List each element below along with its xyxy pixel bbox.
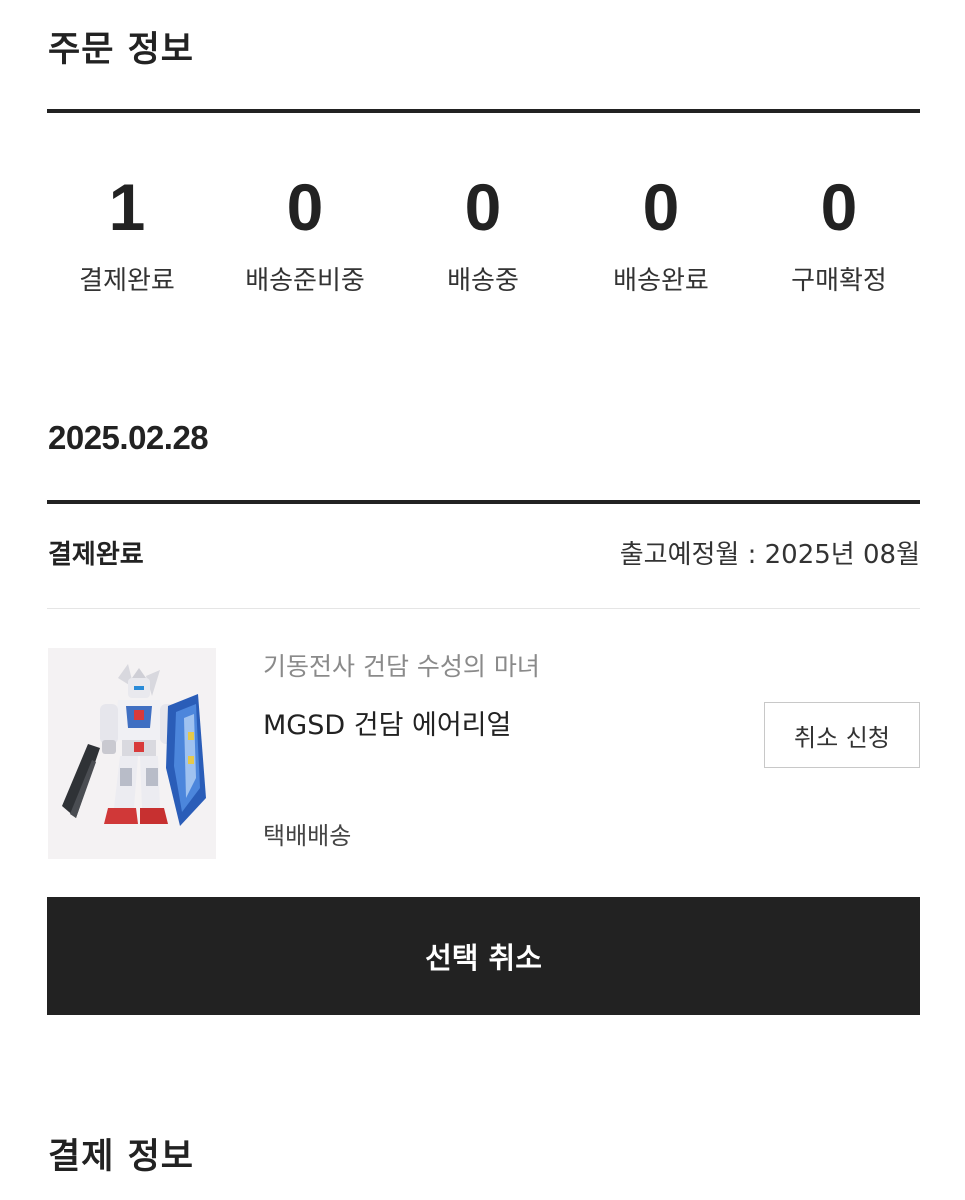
release-month-info: 출고예정월 : 2025년 08월 [619, 540, 920, 570]
status-shipping[interactable]: 0 배송중 [394, 168, 572, 298]
delivery-method: 택배배송 [263, 822, 352, 850]
status-count: 0 [464, 170, 502, 244]
product-series: 기동전사 건담 수성의 마녀 [263, 652, 540, 681]
status-confirmed[interactable]: 0 구매확정 [750, 168, 928, 298]
status-label: 배송완료 [613, 266, 709, 296]
section-divider [47, 500, 920, 504]
status-count: 0 [286, 170, 324, 244]
row-divider [47, 608, 920, 609]
payment-info-title: 결제 정보 [48, 1137, 194, 1177]
status-count: 1 [108, 170, 146, 244]
status-label: 배송준비중 [245, 266, 365, 296]
status-delivered[interactable]: 0 배송완료 [572, 168, 750, 298]
section-divider [47, 109, 920, 113]
order-date: 2025.02.28 [48, 419, 209, 456]
select-cancel-button[interactable]: 선택 취소 [47, 897, 920, 1015]
cancel-request-button[interactable]: 취소 신청 [764, 702, 920, 768]
status-preparing[interactable]: 0 배송준비중 [216, 168, 394, 298]
gundam-model-icon [62, 664, 206, 826]
order-status-label: 결제완료 [48, 540, 144, 570]
status-paid[interactable]: 1 결제완료 [38, 168, 216, 298]
gundam-model-image[interactable] [48, 648, 216, 859]
order-status-summary: 1 결제완료 0 배송준비중 0 배송중 0 배송완료 0 구매확정 [38, 168, 928, 298]
order-info-title: 주문 정보 [48, 30, 194, 70]
status-label: 배송중 [447, 266, 519, 296]
product-name[interactable]: MGSD 건담 에어리얼 [263, 708, 511, 744]
status-label: 구매확정 [791, 266, 887, 296]
status-count: 0 [820, 170, 858, 244]
status-label: 결제완료 [79, 266, 175, 296]
status-count: 0 [642, 170, 680, 244]
